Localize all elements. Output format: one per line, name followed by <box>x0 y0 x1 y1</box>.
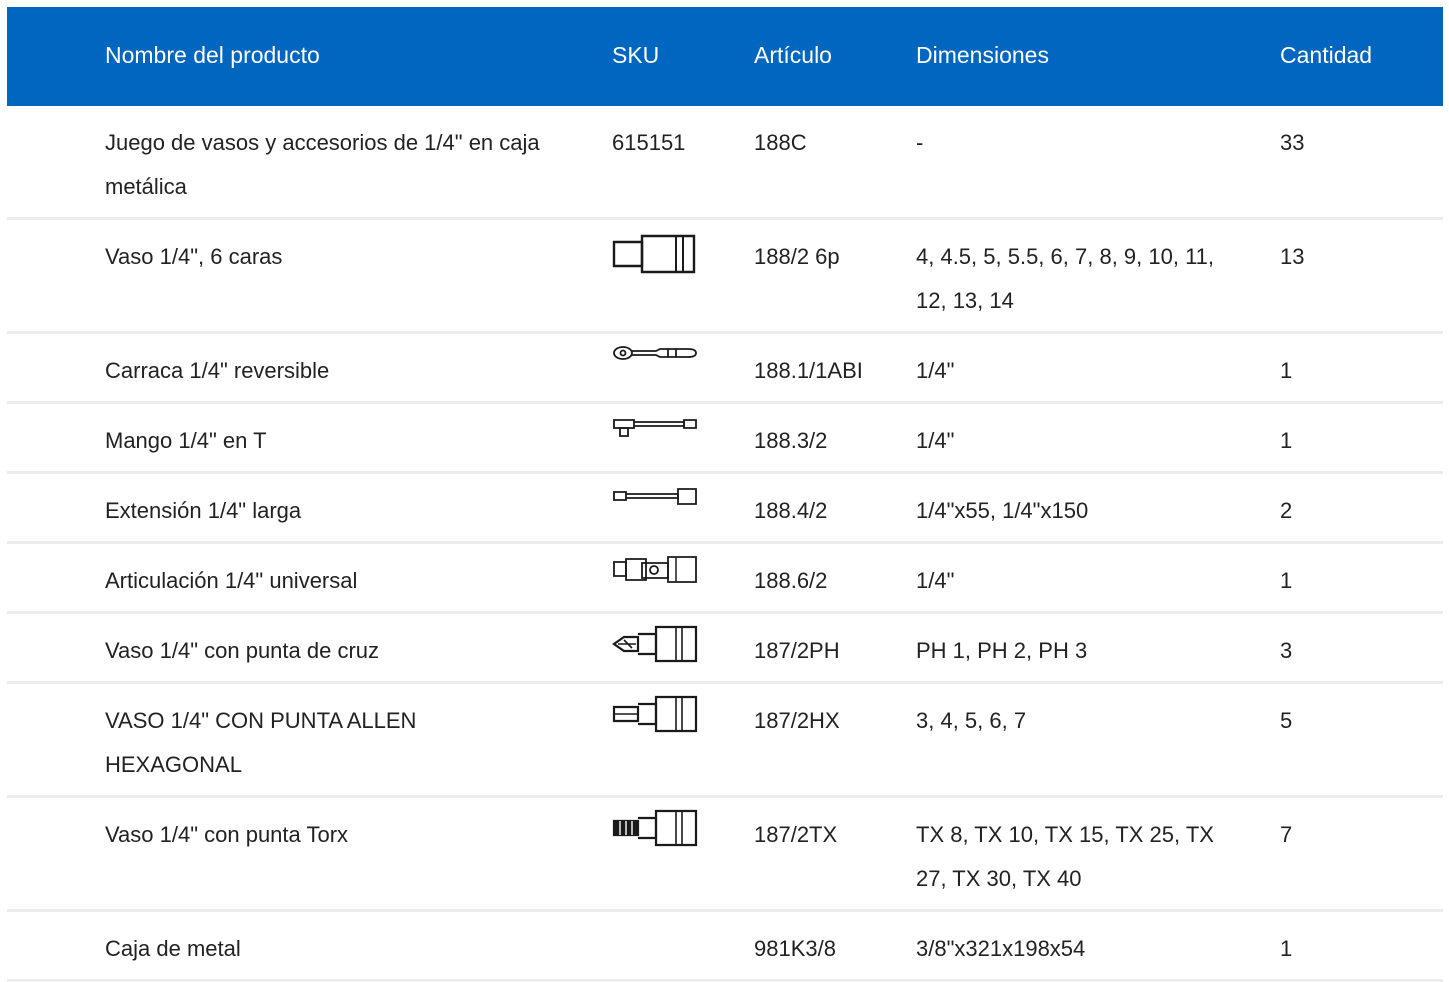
product-name: Extensión 1/4" larga <box>105 498 302 523</box>
product-name: Vaso 1/4", 6 caras <box>105 244 283 269</box>
table-row: Carraca 1/4" reversible 188.1/1ABI 1/4" … <box>7 334 1443 404</box>
product-quantity: 2 <box>1280 498 1293 523</box>
ratchet-icon <box>612 344 698 364</box>
product-table: Nombre del producto SKU Artículo Dimensi… <box>7 7 1443 982</box>
t-handle-icon <box>612 416 698 444</box>
product-name: Caja de metal <box>105 936 241 961</box>
product-dimensions: 3/8"x321x198x54 <box>916 936 1086 961</box>
product-dimensions: 1/4" <box>916 358 955 383</box>
product-dimensions: TX 8, TX 10, TX 15, TX 25, TX 27, TX 30,… <box>916 822 1214 891</box>
product-quantity: 1 <box>1280 358 1293 383</box>
product-article: 187/2HX <box>754 708 840 733</box>
table-row: Vaso 1/4" con punta de cruz 187/2PH PH 1… <box>7 614 1443 684</box>
product-article: 187/2PH <box>754 638 840 663</box>
table-row: Juego de vasos y accesorios de 1/4" en c… <box>7 106 1443 220</box>
table-row: Articulación 1/4" universal 188.6/2 1/4"… <box>7 544 1443 614</box>
product-quantity: 33 <box>1280 130 1305 155</box>
product-name: Vaso 1/4" con punta Torx <box>105 822 349 847</box>
table-row: VASO 1/4" CON PUNTA ALLEN HEXAGONAL 187/… <box>7 684 1443 798</box>
table-row: Vaso 1/4" con punta Torx 187/2TX TX 8, T… <box>7 798 1443 912</box>
header-quantity: Cantidad <box>1280 42 1373 68</box>
product-article: 188.3/2 <box>754 428 828 453</box>
product-article: 188/2 6p <box>754 244 840 269</box>
product-article: 188.4/2 <box>754 498 828 523</box>
product-dimensions: 1/4" <box>916 568 955 593</box>
product-name: VASO 1/4" CON PUNTA ALLEN HEXAGONAL <box>105 708 417 777</box>
table-header: Nombre del producto SKU Artículo Dimensi… <box>7 7 1443 106</box>
phillips-bit-socket-icon <box>612 624 698 664</box>
table-row: Extensión 1/4" larga 188.4/2 1/4"x55, 1/… <box>7 474 1443 544</box>
product-name: Juego de vasos y accesorios de 1/4" en c… <box>105 130 540 199</box>
product-article: 188C <box>754 130 807 155</box>
torx-bit-socket-icon <box>612 808 698 848</box>
product-dimensions: 3, 4, 5, 6, 7 <box>916 708 1027 733</box>
product-quantity: 13 <box>1280 244 1305 269</box>
universal-joint-icon <box>612 554 698 586</box>
product-quantity: 7 <box>1280 822 1293 847</box>
product-name: Mango 1/4" en T <box>105 428 267 453</box>
table-row: Caja de metal 981K3/8 3/8"x321x198x54 1 <box>7 912 1443 982</box>
header-product-name: Nombre del producto <box>105 42 320 68</box>
extension-bar-icon <box>612 486 698 510</box>
product-quantity: 3 <box>1280 638 1293 663</box>
product-dimensions: 4, 4.5, 5, 5.5, 6, 7, 8, 9, 10, 11, 12, … <box>916 244 1215 313</box>
product-sku: 615151 <box>612 130 686 155</box>
product-dimensions: 1/4" <box>916 428 955 453</box>
product-article: 188.6/2 <box>754 568 828 593</box>
product-quantity: 5 <box>1280 708 1293 733</box>
product-article: 187/2TX <box>754 822 838 847</box>
header-dimensions: Dimensiones <box>916 42 1049 68</box>
table-row: Mango 1/4" en T 188.3/2 1/4" 1 <box>7 404 1443 474</box>
product-dimensions: 1/4"x55, 1/4"x150 <box>916 498 1089 523</box>
table-row: Vaso 1/4", 6 caras 188/2 6p 4, 4.5, 5, 5… <box>7 220 1443 334</box>
header-article: Artículo <box>754 42 832 68</box>
product-name: Articulación 1/4" universal <box>105 568 358 593</box>
product-quantity: 1 <box>1280 428 1293 453</box>
product-article: 981K3/8 <box>754 936 836 961</box>
product-name: Carraca 1/4" reversible <box>105 358 330 383</box>
product-dimensions: - <box>916 130 924 155</box>
product-name: Vaso 1/4" con punta de cruz <box>105 638 380 663</box>
socket-icon <box>612 232 698 276</box>
product-quantity: 1 <box>1280 568 1293 593</box>
product-quantity: 1 <box>1280 936 1293 961</box>
header-sku: SKU <box>612 42 660 68</box>
product-dimensions: PH 1, PH 2, PH 3 <box>916 638 1088 663</box>
product-article: 188.1/1ABI <box>754 358 863 383</box>
hex-bit-socket-icon <box>612 694 698 734</box>
